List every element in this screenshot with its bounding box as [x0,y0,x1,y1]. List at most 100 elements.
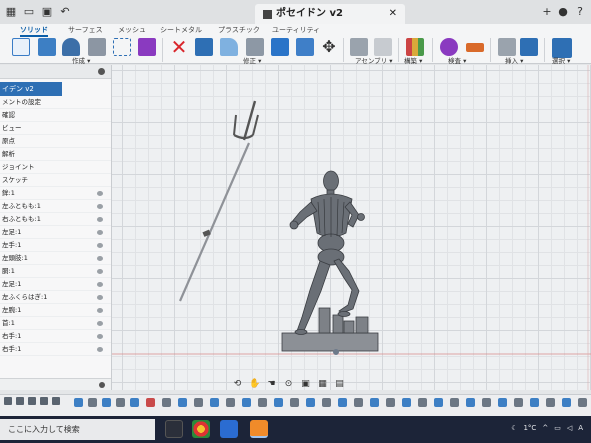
close-tab-icon[interactable]: ✕ [389,4,397,24]
browser-item[interactable]: 左足:1 [0,226,111,239]
timeline-feature-icon[interactable] [482,398,491,407]
browser-item[interactable]: 左頭肢:1 [0,252,111,265]
visibility-eye-icon[interactable] [97,347,103,352]
timeline-feature-icon[interactable] [290,398,299,407]
visibility-eye-icon[interactable] [97,243,103,248]
new-component-icon[interactable] [12,38,30,56]
group-select-label[interactable]: 選択 ▾ [552,55,570,65]
timeline-next-icon[interactable] [40,397,48,405]
timeline-feature-icon[interactable] [306,398,315,407]
orbit-icon[interactable]: ⟲ [232,379,243,390]
task-view-icon[interactable] [165,420,183,438]
grid-icon[interactable]: ▦ [317,379,328,390]
timeline-feature-icon[interactable] [466,398,475,407]
timeline-feature-icon[interactable] [274,398,283,407]
timeline-feature-icon[interactable] [514,398,523,407]
tab-utilities[interactable]: ユーティリティ [272,24,320,36]
timeline-feature-icon[interactable] [434,398,443,407]
pattern-icon[interactable] [113,38,131,56]
timeline-feature-icon[interactable] [194,398,203,407]
timeline-feature-icon[interactable] [130,398,139,407]
visibility-eye-icon[interactable] [97,204,103,209]
tab-mesh[interactable]: メッシュ [118,24,146,36]
profile-icon[interactable]: ● [556,5,570,19]
browser-item[interactable]: 右手:1 [0,343,111,356]
browser-item[interactable]: 確認 [0,109,111,122]
timeline-feature-icon[interactable] [562,398,571,407]
chrome-icon[interactable] [192,420,210,438]
insert-mesh-icon[interactable] [498,38,516,56]
measure-icon[interactable] [440,38,458,56]
timeline-feature-icon[interactable] [370,398,379,407]
timeline-feature-icon[interactable] [418,398,427,407]
document-tab[interactable]: ポセイドン v2 ✕ [255,4,405,24]
timeline-feature-icon[interactable] [546,398,555,407]
timeline-end-icon[interactable] [52,397,60,405]
form-icon[interactable] [138,38,156,56]
visibility-eye-icon[interactable] [97,295,103,300]
browser-item[interactable]: 原点 [0,135,111,148]
browser-item[interactable]: スケッチ [0,174,111,187]
timeline-feature-icon[interactable] [178,398,187,407]
timeline-feature-icon[interactable] [402,398,411,407]
timeline-feature-icon[interactable] [498,398,507,407]
move-icon[interactable]: ✥ [320,38,338,56]
visibility-eye-icon[interactable] [97,321,103,326]
tab-solid[interactable]: ソリッド [20,24,48,37]
browser-item[interactable]: ジョイント [0,161,111,174]
press-pull-icon[interactable] [195,38,213,56]
box-icon[interactable] [88,38,106,56]
browser-item[interactable]: 解析 [0,148,111,161]
browser-item[interactable]: 左ふともも:1 [0,200,111,213]
timeline-feature-icon[interactable] [102,398,111,407]
weather-moon-icon[interactable]: ☾ [511,424,517,432]
timeline-feature-icon[interactable] [210,398,219,407]
new-tab-icon[interactable]: + [540,5,554,19]
browser-item[interactable]: 左腕:1 [0,304,111,317]
browser-item[interactable]: 首:1 [0,317,111,330]
insert-image-icon[interactable] [520,38,538,56]
browser-item[interactable]: 鉾:1 [0,187,111,200]
browser-item[interactable]: メントの設定 [0,96,111,109]
tab-plastic[interactable]: プラスチック [218,24,260,36]
volume-icon[interactable]: ◁ [567,424,572,432]
group-inspect-label[interactable]: 検査 ▾ [448,55,466,65]
timeline-feature-icon[interactable] [74,398,83,407]
timeline-feature-icon[interactable] [354,398,363,407]
comments-add-icon[interactable] [99,382,105,388]
timeline-feature-icon[interactable] [578,398,587,407]
delete-icon[interactable]: ✕ [170,37,188,57]
browser-item[interactable]: 右ふともも:1 [0,213,111,226]
timeline-feature-icon[interactable] [386,398,395,407]
fillet-icon[interactable] [220,38,238,56]
browser-item[interactable]: 左手:1 [0,239,111,252]
timeline-feature-icon[interactable] [338,398,347,407]
file-icon[interactable]: ▭ [22,5,36,19]
group-construct-label[interactable]: 構築 ▾ [404,55,422,65]
browser-item[interactable]: 胴:1 [0,265,111,278]
timeline-feature-icon[interactable] [116,398,125,407]
menu-grid-icon[interactable]: ▦ [4,5,18,19]
browser-item[interactable]: ビュー [0,122,111,135]
visibility-eye-icon[interactable] [97,308,103,313]
timeline-feature-icon[interactable] [530,398,539,407]
timeline-feature-icon[interactable] [322,398,331,407]
viewports-icon[interactable]: ▤ [334,379,345,390]
vscode-icon[interactable] [220,420,238,438]
timeline-feature-icon[interactable] [88,398,97,407]
group-assembly-label[interactable]: アセンブリ ▾ [355,55,393,65]
visibility-eye-icon[interactable] [97,269,103,274]
browser-options-icon[interactable] [98,68,105,75]
timeline-feature-icon[interactable] [146,398,155,407]
new-joint-icon[interactable] [350,38,368,56]
browser-item[interactable]: 左ふくらはぎ:1 [0,291,111,304]
offset-plane-icon[interactable] [406,38,424,56]
section-analysis-icon[interactable] [466,43,484,52]
fusion360-taskbar-icon[interactable] [250,420,268,438]
group-insert-label[interactable]: 挿入 ▾ [505,55,523,65]
combine-icon[interactable] [271,38,289,56]
timeline-play-icon[interactable] [28,397,36,405]
browser-root-item[interactable]: イデン v2 [0,82,62,96]
timeline-feature-icon[interactable] [162,398,171,407]
hand-icon[interactable]: ✋ [249,379,260,390]
